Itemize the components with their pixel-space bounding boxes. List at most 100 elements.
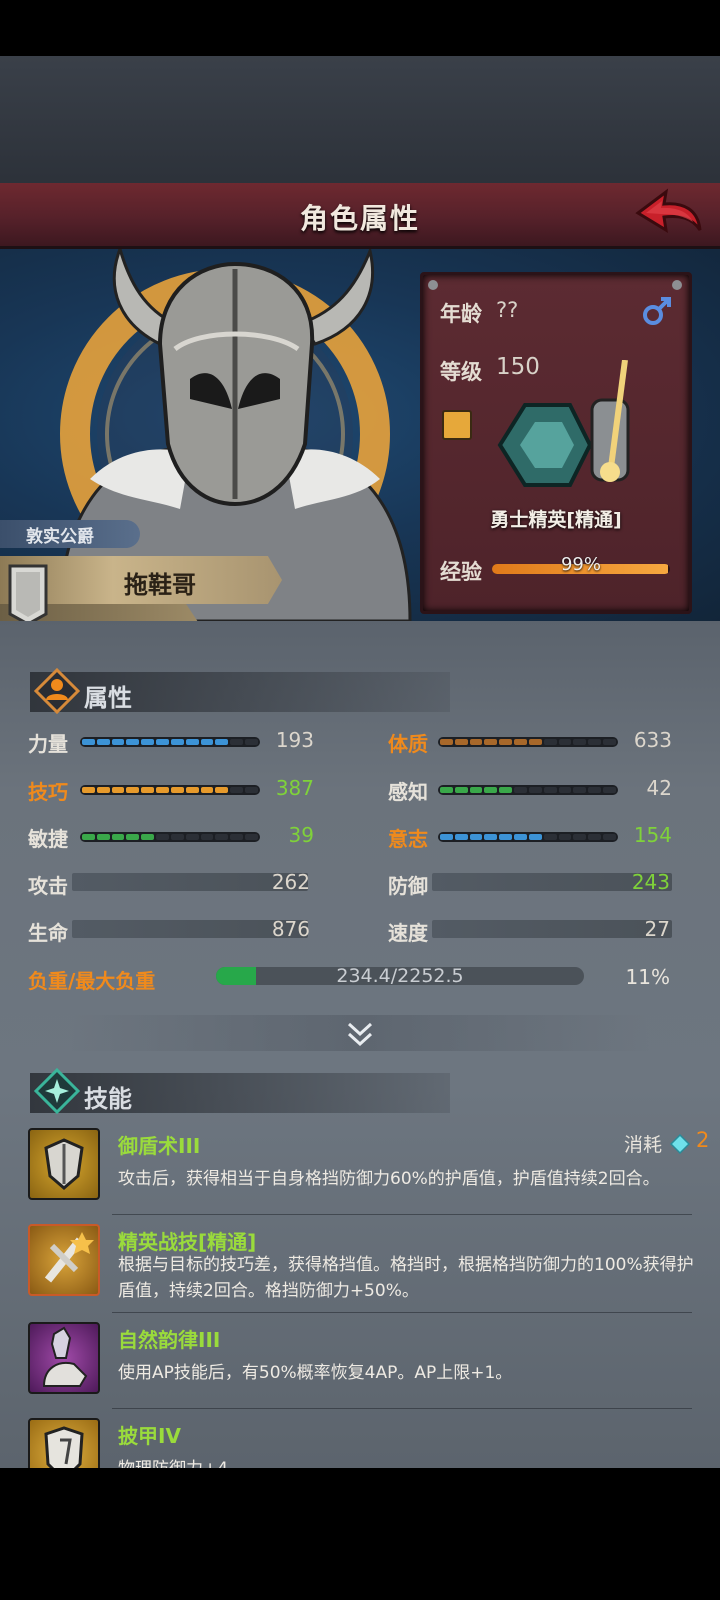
bar-segment — [141, 834, 155, 840]
bar-segment — [573, 787, 587, 793]
bar-segment — [200, 787, 214, 793]
bar-segment — [484, 739, 498, 745]
bar-segment — [484, 787, 498, 793]
bar-segment — [96, 739, 110, 745]
flat-value-defense: 243 — [631, 870, 670, 894]
attr-label-perception: 感知 — [388, 780, 428, 804]
title-badge-text: 敦实公爵 — [26, 527, 94, 547]
bar-segment — [126, 787, 140, 793]
bar-segment — [82, 834, 95, 840]
attributes-title: 属性 — [84, 684, 132, 712]
bar-segment — [170, 787, 184, 793]
attr-value-constitution: 633 — [633, 728, 672, 752]
bar-segment — [543, 787, 557, 793]
attr-value-strength: 193 — [275, 728, 314, 752]
bar-segment — [111, 787, 125, 793]
exp-label: 经验 — [440, 560, 482, 584]
bar-segment — [543, 739, 557, 745]
skill-item[interactable]: 御盾术III 消耗 2 攻击后，获得相当于自身格挡防御力60%的护盾值，护盾值持… — [0, 1120, 720, 1212]
bar-segment — [170, 834, 184, 840]
attr-label-agility: 敏捷 — [28, 827, 68, 851]
skill-item[interactable]: 精英战技[精通] 根据与目标的技巧差，获得格挡值。格挡时，根据格挡防御力的100… — [0, 1216, 720, 1312]
crystal-hand-icon — [28, 1322, 100, 1394]
bar-segment — [514, 787, 527, 793]
bar-segment — [528, 739, 542, 745]
skill-cost-value: 2 — [696, 1128, 710, 1152]
bar-segment — [440, 787, 453, 793]
bar-segment — [96, 787, 110, 793]
bar-segment — [230, 787, 244, 793]
bar-segment — [111, 834, 125, 840]
bar-segment — [82, 739, 95, 745]
bar-segment — [558, 787, 572, 793]
armor-shield-icon — [28, 1418, 100, 1468]
flat-value-health: 876 — [271, 917, 310, 941]
bar-segment — [185, 834, 199, 840]
bar-segment — [573, 739, 587, 745]
bar-segment — [111, 739, 125, 745]
expand-chevron-icon[interactable] — [344, 1018, 376, 1050]
bar-segment — [588, 834, 602, 840]
class-name: 勇士精英[精通] — [490, 509, 622, 531]
skill-divider — [112, 1408, 692, 1409]
attr-bar-willpower — [438, 832, 618, 842]
bar-segment — [156, 787, 169, 793]
bar-segment — [454, 739, 468, 745]
skill-description: 使用AP技能后，有50%概率恢复4AP。AP上限+1。 — [118, 1363, 513, 1383]
diamond-icon — [669, 1133, 691, 1155]
flat-label-health: 生命 — [28, 921, 68, 945]
elite-rank-icon — [442, 410, 472, 440]
attr-bar-perception — [438, 785, 618, 795]
bar-segment — [82, 787, 95, 793]
attr-value-agility: 39 — [288, 823, 314, 847]
skill-divider — [112, 1214, 692, 1215]
bar-segment — [200, 739, 214, 745]
bar-segment — [469, 739, 483, 745]
attr-bar-strength — [80, 737, 260, 747]
skill-item[interactable]: 自然韵律III 使用AP技能后，有50%概率恢复4AP。AP上限+1。 — [0, 1314, 720, 1408]
bar-segment — [499, 739, 513, 745]
flat-value-speed: 27 — [644, 917, 670, 941]
attr-value-perception: 42 — [646, 776, 672, 800]
bar-segment — [558, 739, 572, 745]
back-arrow-icon[interactable] — [632, 186, 704, 242]
bar-segment — [215, 834, 229, 840]
bar-segment — [514, 739, 527, 745]
bar-segment — [484, 834, 498, 840]
bar-segment — [528, 787, 542, 793]
skill-item[interactable]: 披甲IV 物理防御力+4 — [0, 1410, 720, 1468]
rivet — [672, 280, 682, 290]
bar-segment — [200, 834, 214, 840]
status-bar-blank — [0, 0, 720, 56]
skill-name: 披甲IV — [118, 1424, 181, 1448]
skill-name: 精英战技[精通] — [118, 1230, 257, 1254]
attribute-person-icon — [33, 667, 81, 715]
bar-segment — [230, 834, 244, 840]
bar-segment — [440, 834, 453, 840]
bar-segment — [573, 834, 587, 840]
skill-star-icon — [33, 1067, 81, 1115]
bar-segment — [141, 739, 155, 745]
rivet — [428, 280, 438, 290]
skill-cost-label: 消耗 — [624, 1134, 663, 1156]
age-label: 年龄 — [440, 302, 482, 326]
character-name: 拖鞋哥 — [124, 571, 196, 599]
flat-value-attack: 262 — [271, 870, 310, 894]
bar-segment — [126, 834, 140, 840]
bar-segment — [230, 739, 244, 745]
male-symbol-icon — [642, 296, 672, 326]
attr-bar-agility — [80, 832, 260, 842]
attr-label-skill: 技巧 — [28, 780, 68, 804]
attr-value-willpower: 154 — [633, 823, 672, 847]
bar-segment — [141, 787, 155, 793]
bar-segment — [185, 739, 199, 745]
weight-percent: 11% — [625, 965, 670, 989]
bar-segment — [514, 834, 527, 840]
exp-value: 99% — [560, 554, 601, 575]
flat-label-attack: 攻击 — [28, 874, 68, 898]
attr-bar-constitution — [438, 737, 618, 747]
bar-segment — [454, 834, 468, 840]
attr-value-skill: 387 — [275, 776, 314, 800]
bar-segment — [126, 739, 140, 745]
bar-segment — [469, 787, 483, 793]
